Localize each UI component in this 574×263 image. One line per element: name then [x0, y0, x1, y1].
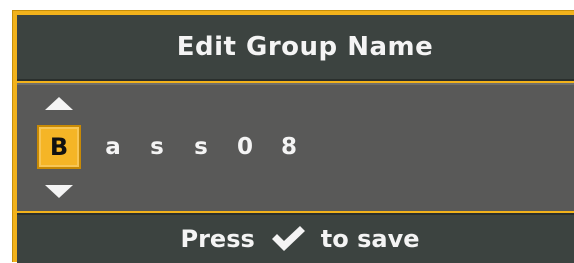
edit-group-name-dialog: Edit Group Name B a s s 0 8 Press to sav… [12, 10, 574, 263]
save-hint: Press to save [173, 224, 420, 254]
dialog-header: Edit Group Name [17, 15, 574, 81]
screen: Edit Group Name B a s s 0 8 Press to sav… [0, 0, 574, 263]
save-hint-prefix: Press [180, 225, 255, 253]
character-cell[interactable]: s [179, 125, 223, 169]
dialog-footer: Press to save [17, 213, 574, 263]
name-editor[interactable]: B a s s 0 8 [17, 83, 574, 211]
character-cell[interactable]: a [91, 125, 135, 169]
character-cell[interactable]: 0 [223, 125, 267, 169]
dialog-title: Edit Group Name [176, 32, 434, 62]
character-row[interactable]: B a s s 0 8 [37, 125, 311, 169]
checkmark-icon [269, 224, 307, 254]
save-hint-suffix: to save [320, 225, 420, 253]
arrow-down-icon[interactable] [45, 185, 73, 198]
character-cell[interactable]: s [135, 125, 179, 169]
arrow-up-icon[interactable] [45, 97, 73, 110]
character-cell[interactable]: 8 [267, 125, 311, 169]
character-cell-selected[interactable]: B [37, 125, 81, 169]
